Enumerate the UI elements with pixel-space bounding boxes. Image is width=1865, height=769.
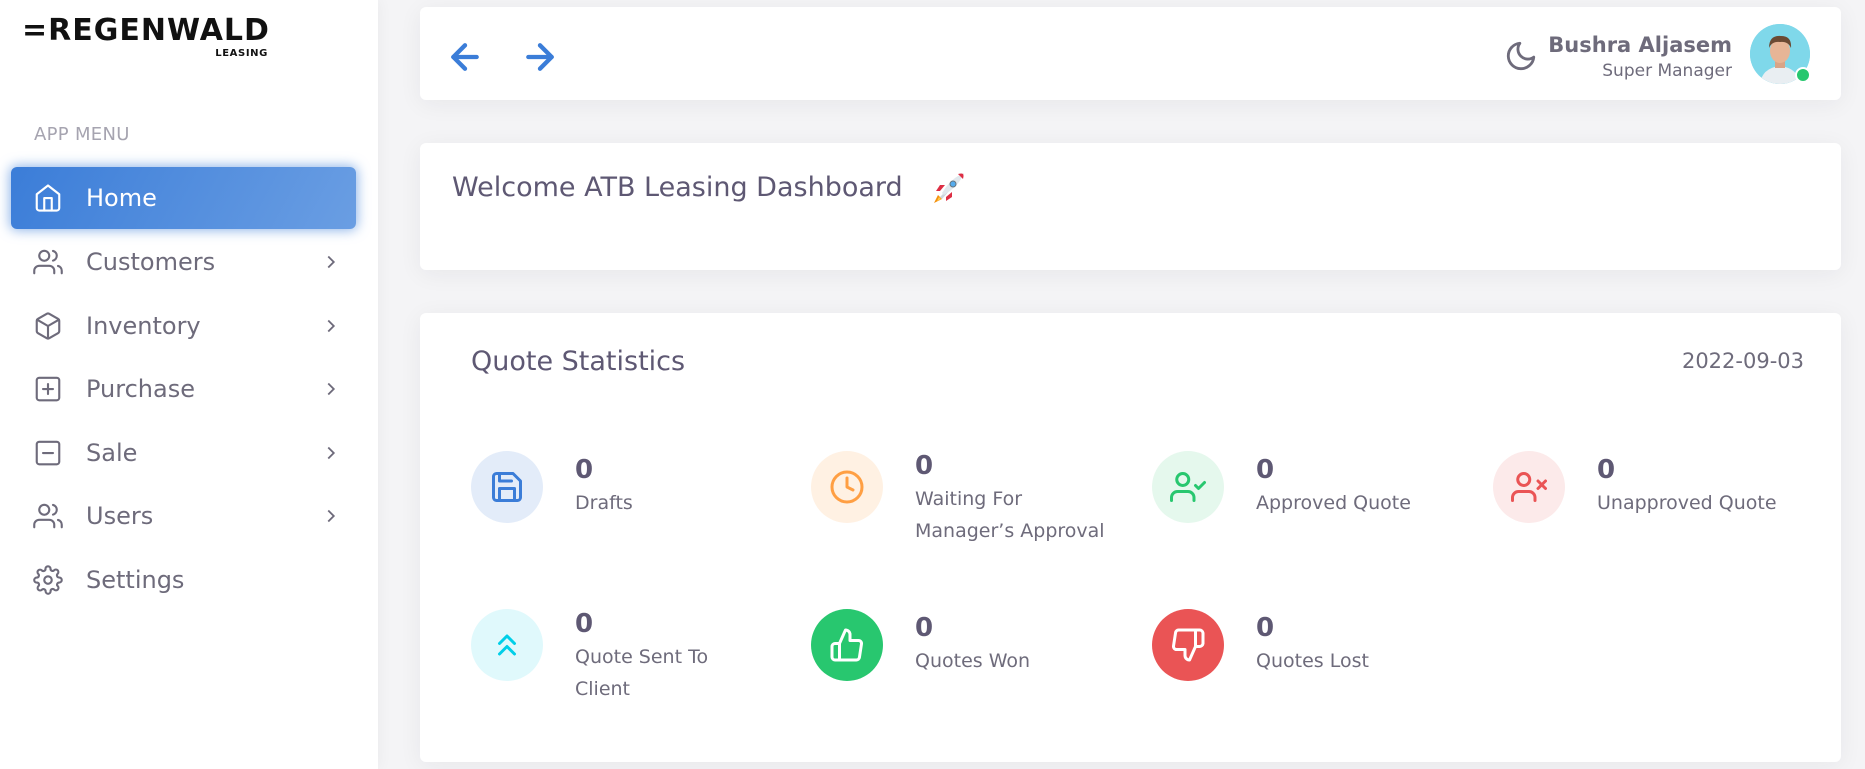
user-check-icon [1152, 451, 1224, 523]
chevron-right-icon [320, 251, 342, 273]
welcome-card: Welcome ATB Leasing Dashboard [420, 143, 1841, 270]
stat-label: Waiting For [915, 488, 1023, 510]
arrow-left-icon [451, 43, 479, 71]
chevron-right-icon [320, 315, 342, 337]
card-title: Quote Statistics [471, 346, 686, 377]
chevron-right-icon [320, 378, 342, 400]
online-status-dot [1795, 67, 1811, 83]
chevrons-up-icon [471, 609, 543, 681]
stat-value: 0 [1597, 455, 1616, 485]
stat-label: Quote Sent To [575, 646, 709, 668]
save-icon [471, 451, 543, 523]
stat-label: Manager’s Approval [915, 520, 1105, 542]
brand-subtitle: LEASING [215, 48, 268, 59]
sidebar-item-label: Sale [86, 439, 138, 467]
sidebar-item-label: Customers [86, 248, 216, 276]
user-name[interactable]: Bushra Aljasem [1548, 33, 1732, 57]
quote-statistics-card: Quote Statistics 2022-09-03 0 Drafts 0 W… [420, 313, 1841, 762]
chevron-right-icon [320, 505, 342, 527]
home-icon [32, 182, 64, 214]
sidebar-item-users[interactable]: Users [11, 485, 356, 547]
stat-label: Quotes Lost [1256, 650, 1369, 672]
stat-label: Unapproved Quote [1597, 492, 1777, 514]
thumbs-down-icon [1152, 609, 1224, 681]
sidebar-item-label: Users [86, 502, 154, 530]
sidebar-item-home[interactable]: Home [11, 167, 356, 229]
back-button[interactable] [445, 37, 485, 77]
box-icon [32, 310, 64, 342]
stat-label: Client [575, 678, 631, 700]
stat-label: Drafts [575, 492, 633, 514]
stats-date: 2022-09-03 [1681, 349, 1804, 373]
user-x-icon [1493, 451, 1565, 523]
stat-value: 0 [575, 455, 594, 485]
sidebar-item-label: Inventory [86, 312, 201, 340]
sidebar-item-inventory[interactable]: Inventory [11, 295, 356, 357]
sidebar-item-purchase[interactable]: Purchase [11, 358, 356, 420]
sidebar-item-label: Purchase [86, 375, 195, 403]
sidebar-item-customers[interactable]: Customers [11, 231, 356, 293]
top-navbar: Bushra Aljasem Super Manager [420, 7, 1841, 100]
stat-label: Quotes Won [915, 650, 1031, 672]
settings-icon [32, 564, 64, 596]
user-role: Super Manager [1602, 61, 1732, 81]
chevron-right-icon [320, 442, 342, 464]
menu-section-header: APP MENU [34, 124, 130, 145]
rocket-icon [930, 171, 966, 207]
sidebar-item-label: Settings [86, 566, 185, 594]
stat-label: Approved Quote [1256, 492, 1411, 514]
arrow-right-icon [526, 43, 554, 71]
plus-square-icon [32, 373, 64, 405]
moon-icon [1506, 41, 1536, 71]
dark-mode-toggle[interactable] [1504, 39, 1538, 73]
sidebar-item-label: Home [86, 184, 157, 212]
minus-square-icon [32, 437, 64, 469]
stat-value: 0 [1256, 613, 1275, 643]
sidebar-item-settings[interactable]: Settings [11, 549, 356, 611]
users-icon [32, 500, 64, 532]
stat-value: 0 [915, 451, 934, 481]
forward-button[interactable] [520, 37, 560, 77]
users-icon [32, 246, 64, 278]
welcome-title: Welcome ATB Leasing Dashboard [452, 172, 903, 203]
sidebar: =REGENWALD LEASING APP MENU Home Custome… [0, 0, 378, 769]
thumbs-up-icon [811, 609, 883, 681]
sidebar-item-sale[interactable]: Sale [11, 422, 356, 484]
stat-value: 0 [1256, 455, 1275, 485]
brand-logo[interactable]: =REGENWALD LEASING [22, 13, 270, 60]
clock-icon [811, 451, 883, 523]
stat-value: 0 [575, 609, 594, 639]
stat-value: 0 [915, 613, 934, 643]
brand-name: =REGENWALD [22, 13, 270, 48]
